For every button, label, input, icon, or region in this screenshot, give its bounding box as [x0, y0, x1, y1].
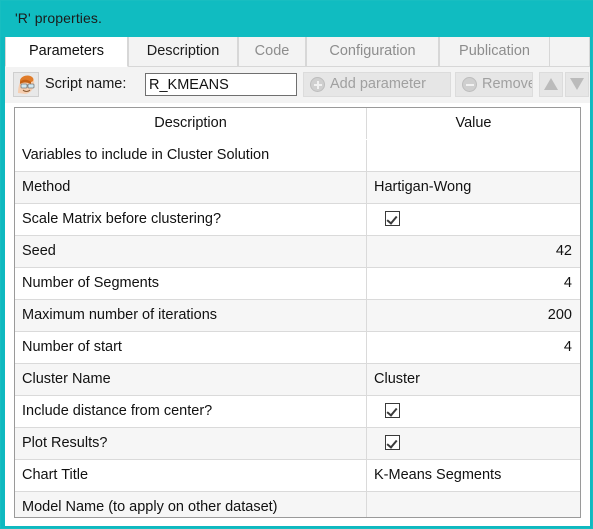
triangle-up-icon: [544, 78, 558, 90]
tab-parameters[interactable]: Parameters: [5, 37, 128, 67]
plus-circle-icon: [310, 77, 325, 92]
grid-header-row: Description Value: [15, 108, 580, 140]
table-row[interactable]: Method Hartigan-Wong: [15, 172, 580, 204]
row-description: Model Name (to apply on other dataset): [15, 492, 367, 517]
tab-strip-filler: [550, 37, 590, 67]
tab-code[interactable]: Code: [238, 37, 306, 67]
row-value[interactable]: K-Means Segments: [367, 460, 580, 491]
row-description: Seed: [15, 236, 367, 267]
row-value[interactable]: [367, 428, 580, 459]
checkbox-checked-icon[interactable]: [385, 402, 400, 418]
parameters-grid: Description Value Variables to include i…: [14, 107, 581, 518]
table-row[interactable]: Maximum number of iterations 200: [15, 300, 580, 332]
move-down-button[interactable]: [565, 72, 589, 97]
tab-bar: Parameters Description Code Configuratio…: [5, 37, 590, 67]
checkbox-checked-icon[interactable]: [385, 210, 400, 226]
parameters-panel: Script name: Add parameter Remove: [5, 67, 590, 526]
script-name-label: Script name:: [45, 76, 127, 92]
row-value[interactable]: [367, 492, 580, 517]
row-description: Method: [15, 172, 367, 203]
table-row[interactable]: Number of Segments 4: [15, 268, 580, 300]
checkbox-checked-icon[interactable]: [385, 434, 400, 450]
remove-label: Remove: [482, 76, 533, 92]
table-row[interactable]: Variables to include in Cluster Solution: [15, 140, 580, 172]
script-name-input[interactable]: [145, 73, 297, 96]
window-title: 'R' properties.: [15, 10, 102, 26]
table-row[interactable]: Plot Results?: [15, 428, 580, 460]
window-titlebar: 'R' properties.: [1, 1, 593, 37]
table-row[interactable]: Include distance from center?: [15, 396, 580, 428]
column-header-description: Description: [15, 108, 367, 139]
row-description: Scale Matrix before clustering?: [15, 204, 367, 235]
row-value[interactable]: 200: [367, 300, 580, 331]
table-row[interactable]: Seed 42: [15, 236, 580, 268]
move-up-button[interactable]: [539, 72, 563, 97]
table-row[interactable]: Chart Title K-Means Segments: [15, 460, 580, 492]
row-description: Include distance from center?: [15, 396, 367, 427]
row-value[interactable]: Hartigan-Wong: [367, 172, 580, 203]
r-script-face-icon: [13, 72, 39, 97]
row-description: Variables to include in Cluster Solution: [15, 140, 367, 171]
tab-publication[interactable]: Publication: [439, 37, 550, 67]
table-row[interactable]: Scale Matrix before clustering?: [15, 204, 580, 236]
column-header-value: Value: [455, 115, 492, 131]
tab-configuration[interactable]: Configuration: [306, 37, 439, 67]
row-description: Plot Results?: [15, 428, 367, 459]
table-row[interactable]: Cluster Name Cluster: [15, 364, 580, 396]
triangle-down-icon: [570, 78, 584, 90]
row-description: Number of Segments: [15, 268, 367, 299]
minus-circle-icon: [462, 77, 477, 92]
row-value[interactable]: [367, 396, 580, 427]
tab-description[interactable]: Description: [128, 37, 238, 67]
table-row[interactable]: Number of start 4: [15, 332, 580, 364]
row-value[interactable]: [367, 204, 580, 235]
row-value[interactable]: [367, 140, 580, 171]
row-description: Chart Title: [15, 460, 367, 491]
parameters-toolbar: Script name: Add parameter Remove: [5, 67, 590, 103]
row-description: Cluster Name: [15, 364, 367, 395]
row-value[interactable]: Cluster: [367, 364, 580, 395]
remove-button[interactable]: Remove: [455, 72, 533, 97]
add-parameter-button[interactable]: Add parameter: [303, 72, 451, 97]
row-description: Number of start: [15, 332, 367, 363]
r-properties-window: 'R' properties. Parameters Description C…: [0, 0, 593, 529]
add-parameter-label: Add parameter: [330, 76, 426, 92]
row-description: Maximum number of iterations: [15, 300, 367, 331]
row-value[interactable]: 42: [367, 236, 580, 267]
table-row[interactable]: Model Name (to apply on other dataset): [15, 492, 580, 517]
row-value[interactable]: 4: [367, 268, 580, 299]
row-value[interactable]: 4: [367, 332, 580, 363]
